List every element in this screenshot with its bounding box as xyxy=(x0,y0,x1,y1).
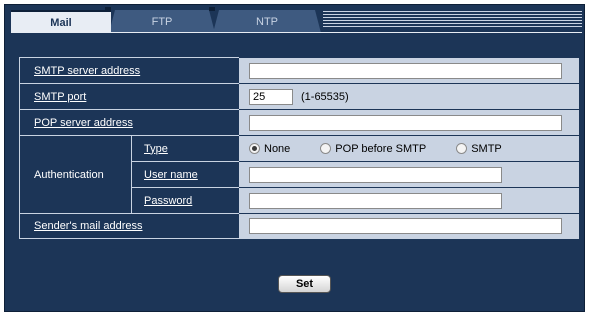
tab-separator-mark xyxy=(105,7,111,11)
smtp-port-range: (1-65535) xyxy=(301,90,349,103)
auth-type-option-smtp[interactable]: SMTP xyxy=(456,143,502,155)
settings-panel: NTP FTP Mail SMTP server address SMTP po… xyxy=(4,4,585,312)
password-label[interactable]: Password xyxy=(144,195,192,207)
smtp-server-label[interactable]: SMTP server address xyxy=(34,65,140,77)
form-row-smtp-port: SMTP port (1-65535) xyxy=(19,83,579,109)
authentication-label: Authentication xyxy=(19,135,131,213)
form-row-sender-mail: Sender's mail address xyxy=(19,213,579,239)
tab-bar-decoration xyxy=(323,11,582,29)
auth-type-option-none[interactable]: None xyxy=(249,143,290,155)
auth-type-label[interactable]: Type xyxy=(144,143,168,155)
tab-separator-mark xyxy=(209,7,215,11)
form-row-pop-server: POP server address xyxy=(19,109,579,135)
mail-settings-form: SMTP server address SMTP port (1-65535) … xyxy=(19,57,579,239)
tab-ftp[interactable]: FTP xyxy=(109,10,215,33)
set-button[interactable]: Set xyxy=(278,275,331,293)
auth-type-option-pop-before-smtp[interactable]: POP before SMTP xyxy=(320,143,426,155)
user-name-label[interactable]: User name xyxy=(144,169,198,181)
radio-unselected-icon[interactable] xyxy=(456,143,468,154)
auth-type-option-label: None xyxy=(264,142,291,155)
tab-mail[interactable]: Mail xyxy=(11,10,111,33)
auth-type-radio-group: None POP before SMTP SMTP xyxy=(249,143,579,155)
password-input[interactable] xyxy=(249,192,502,209)
smtp-port-input[interactable] xyxy=(249,88,293,105)
radio-selected-icon[interactable] xyxy=(249,143,260,154)
radio-unselected-icon[interactable] xyxy=(320,143,332,154)
auth-type-option-label: SMTP xyxy=(471,142,502,155)
smtp-server-input[interactable] xyxy=(249,62,562,79)
tab-ntp[interactable]: NTP xyxy=(213,10,321,33)
sender-mail-label[interactable]: Sender's mail address xyxy=(34,220,143,232)
pop-server-label[interactable]: POP server address xyxy=(34,117,133,129)
smtp-port-label[interactable]: SMTP port xyxy=(34,91,86,103)
sender-mail-input[interactable] xyxy=(249,218,562,234)
tab-bar: NTP FTP Mail xyxy=(5,5,586,33)
auth-type-option-label: POP before SMTP xyxy=(335,142,427,155)
pop-server-input[interactable] xyxy=(249,114,562,131)
form-row-smtp-server: SMTP server address xyxy=(19,57,579,83)
form-row-auth-type: Authentication Type None POP before SMTP… xyxy=(19,135,579,213)
user-name-input[interactable] xyxy=(249,166,502,183)
tab-underline xyxy=(11,32,582,33)
